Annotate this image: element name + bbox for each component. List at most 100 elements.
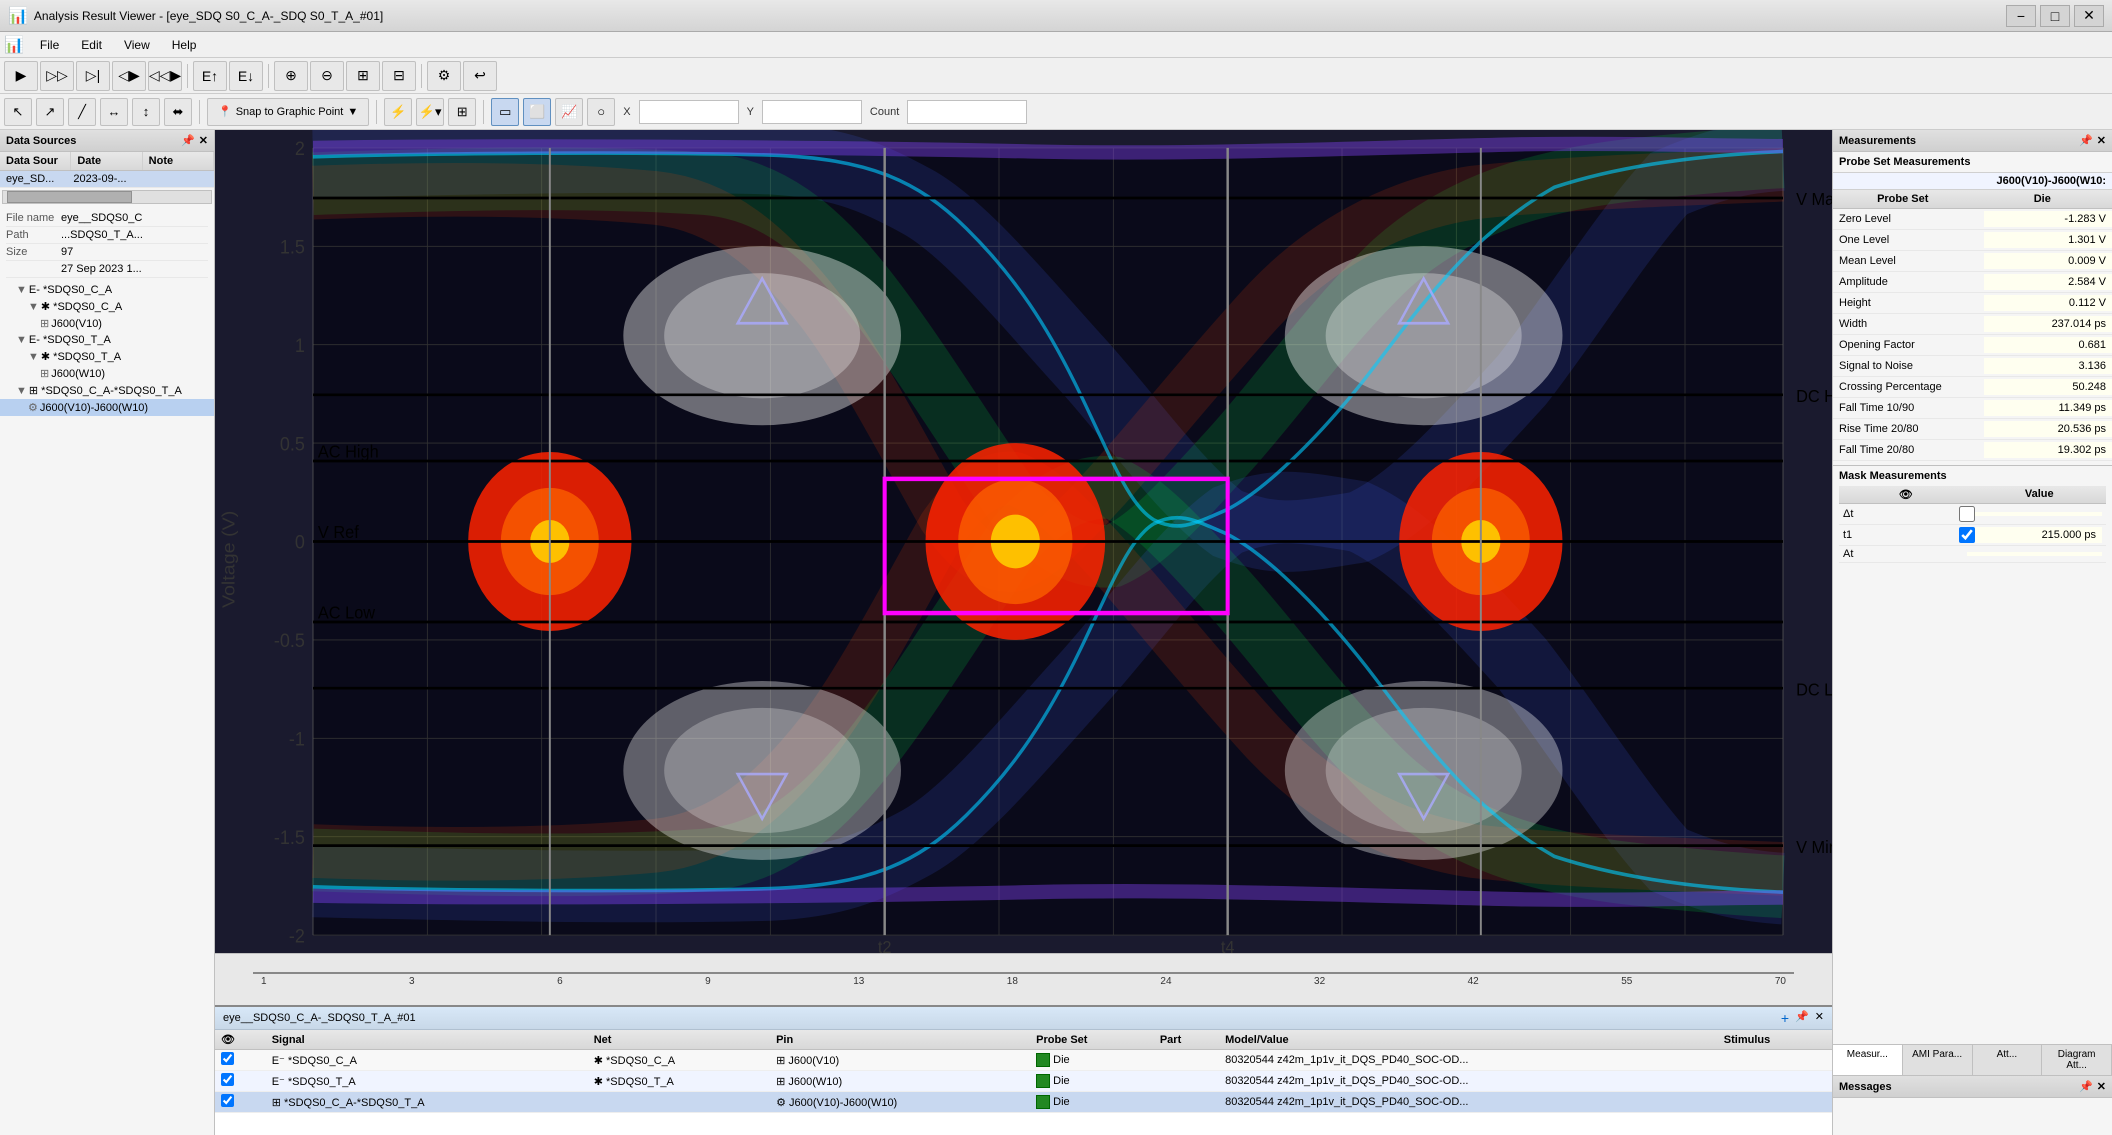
sig-check-2[interactable]: [215, 1092, 266, 1113]
signal-row-2[interactable]: ⊞ *SDQS0_C_A-*SDQS0_T_A ⚙ J600(V10)-J600…: [215, 1092, 1832, 1113]
tree-icon-5: ⊞: [40, 367, 49, 380]
count-input[interactable]: [907, 100, 1027, 124]
fi-row-date: 27 Sep 2023 1...: [6, 261, 208, 278]
tb-run3-button[interactable]: ▷|: [76, 61, 110, 91]
tb2-measure2-button[interactable]: ⚡▾: [416, 98, 444, 126]
tb-collapse-button[interactable]: E↓: [229, 61, 263, 91]
meas-label-fall-10-90: Fall Time 10/90: [1833, 400, 1984, 416]
sig-checkbox-0[interactable]: [221, 1052, 234, 1065]
tab-att[interactable]: Att...: [1973, 1045, 2043, 1075]
tb2-circle-button[interactable]: ○: [587, 98, 615, 126]
meas-row-opening-factor: Opening Factor 0.681: [1833, 335, 2112, 356]
tb2-wave-button[interactable]: ⊞: [448, 98, 476, 126]
tb2-pointer2-button[interactable]: ↗: [36, 98, 64, 126]
tb-zoomin-button[interactable]: ⊕: [274, 61, 308, 91]
sig-net-0: ✱ *SDQS0_C_A: [588, 1050, 770, 1071]
chart-container[interactable]: 2 1.5 1 0.5 0 -0.5 -1 -1.5 -2 Voltage (V…: [215, 130, 1832, 953]
tree-item-0[interactable]: ▼ E- *SDQS0_C_A: [0, 282, 214, 298]
tb2-rect2-button[interactable]: ⬜: [523, 98, 551, 126]
right-panel: Measurements 📌 ✕ Probe Set Measurements …: [1832, 130, 2112, 1135]
tree-item-7[interactable]: ⚙ J600(V10)-J600(W10): [0, 399, 214, 416]
tb2-rect-button[interactable]: ▭: [491, 98, 519, 126]
minimize-button[interactable]: −: [2006, 5, 2036, 27]
y-input[interactable]: [762, 100, 862, 124]
messages-pin-icon[interactable]: 📌: [2079, 1080, 2093, 1093]
tab-ami-para[interactable]: AMI Para...: [1903, 1045, 1973, 1075]
tb2-line-button[interactable]: ╱: [68, 98, 96, 126]
signal-row-1[interactable]: E⁻ *SDQS0_T_A ✱ *SDQS0_T_A ⊞ J600(W10) D…: [215, 1071, 1832, 1092]
tb-zoomfit-button[interactable]: ⊞: [346, 61, 380, 91]
tb-zoomout-button[interactable]: ⊖: [310, 61, 344, 91]
scroll-thumb[interactable]: [7, 191, 132, 203]
tb-undo-button[interactable]: ↩: [463, 61, 497, 91]
menu-help[interactable]: Help: [162, 36, 207, 54]
x-input[interactable]: [639, 100, 739, 124]
tb2-chart-button[interactable]: 📈: [555, 98, 583, 126]
tree-item-1[interactable]: ▼ ✱ *SDQS0_C_A: [0, 298, 214, 315]
sig-checkbox-2[interactable]: [221, 1094, 234, 1107]
tree-expand-icon-3: ▼: [16, 334, 27, 346]
sig-check-0[interactable]: [215, 1050, 266, 1071]
tb-settings-button[interactable]: ⚙: [427, 61, 461, 91]
close-button[interactable]: ✕: [2074, 5, 2104, 27]
mask-delta-t-checkbox[interactable]: [1959, 506, 1975, 522]
tb2-ruler2-button[interactable]: ↕: [132, 98, 160, 126]
tab-diagram-att[interactable]: Diagram Att...: [2042, 1045, 2112, 1075]
menu-edit[interactable]: Edit: [71, 36, 112, 54]
meas-value-fall-10-90: 11.349 ps: [1984, 400, 2112, 416]
ds-col-source: Data Sour: [0, 152, 71, 170]
color-scale: 1 3 6 9 13 18 24 32 42 55 70: [253, 974, 1794, 987]
ds-row-0[interactable]: eye_SD... 2023-09-...: [0, 171, 214, 188]
scale-24: 24: [1160, 976, 1171, 987]
tree-item-3[interactable]: ▼ E- *SDQS0_T_A: [0, 332, 214, 348]
add-signal-button[interactable]: +: [1781, 1010, 1789, 1026]
x-label: X: [619, 106, 634, 118]
mask-row-at: At: [1839, 546, 2106, 563]
pin-bottom-icon[interactable]: 📌: [1795, 1010, 1809, 1026]
menu-view[interactable]: View: [114, 36, 160, 54]
tb-expand-button[interactable]: E↑: [193, 61, 227, 91]
tb-zoomfit2-button[interactable]: ⊟: [382, 61, 416, 91]
snap-to-graphic-point[interactable]: 📍 Snap to Graphic Point ▼: [207, 98, 369, 126]
tb-run4-button[interactable]: ◁▶: [112, 61, 146, 91]
ds-icon1[interactable]: 📌: [181, 134, 195, 147]
signal-row-0[interactable]: E⁻ *SDQS0_C_A ✱ *SDQS0_C_A ⊞ J600(V10) D…: [215, 1050, 1832, 1071]
tb2-ruler-button[interactable]: ↔: [100, 98, 128, 126]
tree-item-5[interactable]: ⊞ J600(W10): [0, 365, 214, 382]
meas-label-mean-level: Mean Level: [1833, 253, 1984, 269]
sig-check-1[interactable]: [215, 1071, 266, 1092]
tb-run5-button[interactable]: ◁◁▶: [148, 61, 182, 91]
ds-icon2[interactable]: ✕: [199, 134, 208, 147]
tb-run-button[interactable]: ▶: [4, 61, 38, 91]
app-icon: 📊: [8, 6, 28, 26]
messages-close-icon[interactable]: ✕: [2097, 1080, 2106, 1093]
mask-row-delta-t: Δt: [1839, 504, 2106, 525]
meas-value-crossing: 50.248: [1984, 379, 2112, 395]
col-signal: Signal: [266, 1030, 588, 1050]
restore-button[interactable]: □: [2040, 5, 2070, 27]
meas-close-icon[interactable]: ✕: [2097, 134, 2106, 147]
tree-item-6[interactable]: ▼ ⊞ *SDQS0_C_A-*SDQS0_T_A: [0, 382, 214, 399]
title-bar-right: − □ ✕: [2006, 5, 2104, 27]
svg-text:1.5: 1.5: [280, 236, 305, 258]
mask-t1-checkbox[interactable]: [1959, 527, 1975, 543]
meas-pin-icon[interactable]: 📌: [2079, 134, 2093, 147]
close-bottom-icon[interactable]: ✕: [1815, 1010, 1824, 1026]
tb2-measure-button[interactable]: ⚡: [384, 98, 412, 126]
tb-run2-button[interactable]: ▷▷: [40, 61, 74, 91]
tree-item-2[interactable]: ⊞ J600(V10): [0, 315, 214, 332]
horizontal-scrollbar[interactable]: [2, 190, 212, 204]
tb2-pointer-button[interactable]: ↖: [4, 98, 32, 126]
tb-sep3: [421, 64, 422, 88]
messages-header: Messages 📌 ✕: [1833, 1076, 2112, 1098]
sig-checkbox-1[interactable]: [221, 1073, 234, 1086]
tab-measur[interactable]: Measur...: [1833, 1045, 1903, 1075]
svg-text:t4: t4: [1221, 936, 1235, 953]
tree-item-4[interactable]: ▼ ✱ *SDQS0_T_A: [0, 348, 214, 365]
ds-cell-source: eye_SD...: [6, 173, 73, 185]
menu-file[interactable]: File: [30, 36, 69, 54]
menu-icon: 📊: [4, 35, 24, 55]
fi-path-value: ...SDQS0_T_A...: [61, 229, 208, 241]
scale-9: 9: [705, 976, 711, 987]
tb2-hline-button[interactable]: ⬌: [164, 98, 192, 126]
